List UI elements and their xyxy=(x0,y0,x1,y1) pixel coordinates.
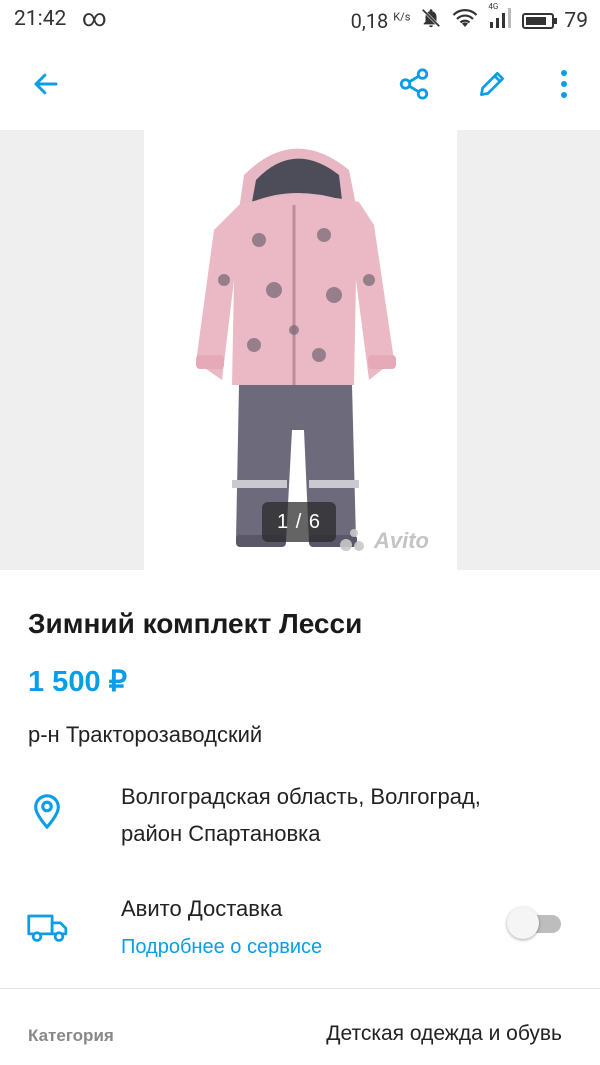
edit-button[interactable] xyxy=(466,58,518,110)
infinity-icon: ∞ xyxy=(82,4,107,32)
address-line-2: район Спартановка xyxy=(121,821,321,846)
avito-logo-icon xyxy=(340,529,368,553)
mute-icon xyxy=(420,7,442,35)
photo-counter: 1 / 6 xyxy=(262,502,336,542)
status-time: 21:42 xyxy=(14,7,67,31)
battery-level: 79 xyxy=(564,9,588,33)
address-line-1: Волгоградская область, Волгоград, xyxy=(121,784,481,809)
listing-address[interactable]: Волгоградская область, Волгоград, район … xyxy=(121,778,571,852)
location-pin-icon xyxy=(30,790,64,835)
delivery-details-link[interactable]: Подробнее о сервисе xyxy=(121,936,322,959)
delivery-truck-icon xyxy=(26,910,70,949)
back-button[interactable] xyxy=(20,58,72,110)
signal-icon: 4G xyxy=(488,2,512,34)
delivery-title: Авито Доставка xyxy=(121,896,283,921)
battery-icon xyxy=(522,13,558,29)
delivery-toggle[interactable] xyxy=(507,906,563,940)
divider xyxy=(0,988,600,989)
network-speed: 0,18 K/s xyxy=(350,9,411,33)
category-value: Детская одежда и обувь xyxy=(326,1022,562,1045)
listing-title: Зимний комплект Лесси xyxy=(28,608,363,639)
category-label: Категория xyxy=(28,1026,114,1045)
share-button[interactable] xyxy=(388,58,440,110)
listing-price: 1 500 ₽ xyxy=(28,666,128,698)
status-bar: 21:42 ∞ 0,18 K/s 4G 79 xyxy=(0,0,600,38)
status-right: 0,18 K/s 4G 79 xyxy=(350,2,588,35)
more-vertical-icon xyxy=(561,70,567,98)
toggle-knob xyxy=(507,907,539,939)
listing-district: р-н Тракторозаводский xyxy=(28,722,263,747)
arrow-left-icon xyxy=(34,73,58,95)
photo-gallery[interactable]: 1 / 6 Avito xyxy=(0,130,600,570)
more-button[interactable] xyxy=(538,58,590,110)
avito-watermark: Avito xyxy=(340,528,429,554)
wifi-icon xyxy=(452,7,478,35)
toolbar xyxy=(0,38,600,130)
pencil-icon xyxy=(480,72,504,96)
share-icon xyxy=(399,68,429,100)
